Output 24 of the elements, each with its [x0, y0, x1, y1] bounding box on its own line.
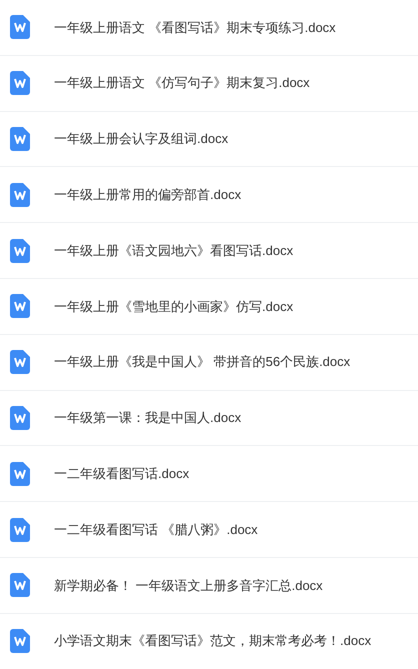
word-document-icon	[10, 573, 30, 598]
file-name[interactable]: 一二年级看图写话 《腊八粥》.docx	[54, 520, 258, 540]
word-document-icon	[10, 182, 30, 207]
file-name[interactable]: 一年级上册《语文园地六》看图写话.docx	[54, 240, 294, 260]
file-name[interactable]: 一年级上册会认字及组词.docx	[54, 129, 228, 149]
file-name[interactable]: 一二年级看图写话.docx	[54, 464, 190, 484]
word-document-icon	[10, 15, 30, 40]
word-document-icon	[10, 629, 30, 654]
word-document-icon	[10, 462, 30, 486]
file-name[interactable]: 一年级上册《雪地里的小画家》仿写.docx	[54, 296, 294, 316]
word-document-icon	[10, 350, 30, 374]
word-document-icon	[10, 294, 30, 318]
file-name[interactable]: 一年级上册语文 《仿写句子》期末复习.docx	[54, 73, 310, 93]
word-document-icon	[10, 518, 30, 542]
file-name[interactable]: 一年级上册语文 《看图写话》期末专项练习.docx	[54, 18, 336, 38]
file-name[interactable]: 小学语文期末《看图写话》范文，期末常考必考！.docx	[54, 631, 372, 651]
file-name[interactable]: 新学期必备！ 一年级语文上册多音字汇总.docx	[54, 576, 323, 596]
file-name[interactable]: 一年级上册《我是中国人》 带拼音的56个民族.docx	[54, 352, 350, 372]
file-name[interactable]: 一年级上册常用的偏旁部首.docx	[54, 185, 242, 205]
word-document-icon	[10, 406, 30, 430]
word-document-icon	[10, 126, 30, 151]
file-name[interactable]: 一年级第一课：我是中国人.docx	[54, 408, 242, 428]
word-document-icon	[10, 238, 30, 263]
word-document-icon	[10, 71, 30, 96]
